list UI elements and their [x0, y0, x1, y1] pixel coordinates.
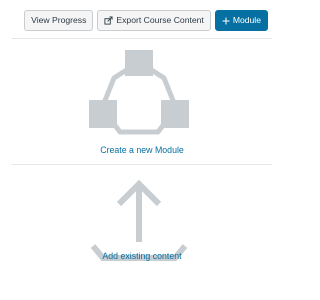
add-module-button[interactable]: Module	[214, 10, 268, 31]
header-divider	[12, 38, 272, 39]
section-divider	[12, 164, 272, 165]
toolbar: View Progress Export Course Content Modu…	[24, 10, 268, 32]
module-diagram-icon	[89, 50, 189, 135]
add-existing-content-link[interactable]: Add existing content	[0, 251, 284, 261]
export-label: Export Course Content	[116, 15, 204, 25]
plus-icon	[222, 17, 230, 25]
create-module-link[interactable]: Create a new Module	[0, 145, 284, 155]
view-progress-button[interactable]: View Progress	[24, 10, 94, 31]
modules-page: View Progress Export Course Content Modu…	[0, 0, 284, 300]
export-course-content-button[interactable]: Export Course Content	[97, 10, 211, 31]
add-module-label: Module	[232, 15, 261, 25]
view-progress-label: View Progress	[31, 15, 87, 25]
export-icon	[104, 16, 113, 25]
